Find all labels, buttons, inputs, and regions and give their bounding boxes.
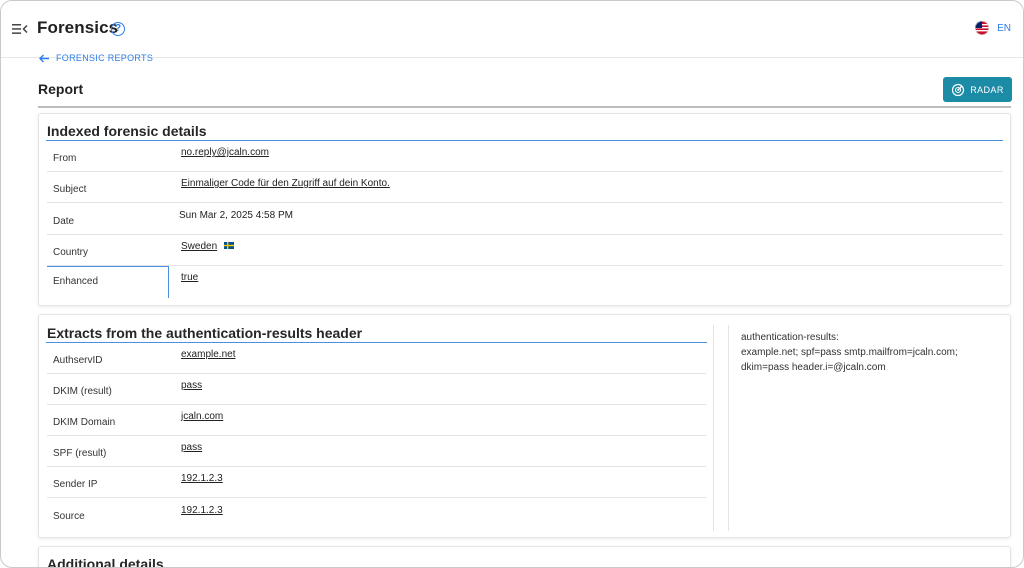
help-circle-icon[interactable]: ? [111,22,125,36]
row-label: DKIM Domain [53,417,116,428]
auth-row-authservid: AuthservID example.net [47,343,706,374]
detail-row-date: Date Sun Mar 2, 2025 4:58 PM [47,204,1003,235]
radar-icon [952,83,965,96]
radar-button-label: RADAR [970,84,1004,95]
source-link[interactable]: 192.1.2.3 [181,505,223,516]
additional-details-card: Additional details [38,546,1011,568]
row-label: AuthservID [53,355,103,366]
language-selector[interactable]: EN [975,21,1011,35]
from-link[interactable]: no.reply@jcaln.com [181,147,269,158]
top-bar: Forensics ? EN [1,1,1023,58]
spf-result-link[interactable]: pass [181,442,202,453]
app-window: Forensics ? EN FORENSIC REPORTS Report R… [0,0,1024,568]
title-divider [38,106,1011,108]
row-label: Source [53,511,85,522]
country-value: Sweden [181,241,234,252]
back-to-forensic-reports-link[interactable]: FORENSIC REPORTS [39,53,153,63]
column-divider [713,325,714,531]
auth-results-heading: Extracts from the authentication-results… [47,325,363,341]
row-label: Date [53,216,75,227]
raw-auth-line: authentication-results: [741,332,839,343]
detail-row-subject: Subject Einmaliger Code für den Zugriff … [47,172,1003,203]
dkim-result-link[interactable]: pass [181,380,202,391]
app-title: Forensics [37,18,119,37]
auth-row-spf-result: SPF (result) pass [47,436,706,467]
detail-row-country: Country Sweden [47,235,1003,266]
enhanced-link[interactable]: true [181,272,198,283]
detail-row-from: From no.reply@jcaln.com [47,141,1003,172]
auth-results-card: Extracts from the authentication-results… [38,314,1011,538]
auth-row-source: Source 192.1.2.3 [47,499,706,530]
sweden-flag-icon [223,242,234,249]
row-label: Subject [53,184,87,195]
detail-row-enhanced: Enhanced true [47,266,1003,299]
radar-button[interactable]: RADAR [943,77,1012,102]
row-label: SPF (result) [53,448,107,459]
additional-details-heading: Additional details [47,556,164,568]
auth-row-sender-ip: Sender IP 192.1.2.3 [47,467,706,498]
row-label: Enhanced [53,276,99,287]
raw-auth-line: example.net; spf=pass smtp.mailfrom=jcal… [741,347,958,358]
subject-link[interactable]: Einmaliger Code für den Zugriff auf dein… [181,178,390,189]
menu-collapse-icon[interactable] [12,22,28,36]
dkim-domain-link[interactable]: jcaln.com [181,411,223,422]
column-divider [728,325,729,531]
us-uk-flag-icon [975,21,990,35]
country-link[interactable]: Sweden [181,241,217,252]
raw-auth-line: dkim=pass header.i=@jcaln.com [741,362,886,373]
row-label: Sender IP [53,479,98,490]
back-link-label: FORENSIC REPORTS [56,53,154,63]
arrow-left-icon [39,54,49,62]
indexed-details-card: Indexed forensic details From no.reply@j… [38,113,1011,306]
raw-auth-header: authentication-results: example.net; spf… [741,330,958,375]
date-value: Sun Mar 2, 2025 4:58 PM [179,210,293,221]
row-label: DKIM (result) [53,386,112,397]
language-label: EN [997,22,1011,34]
row-label: From [53,153,77,164]
sender-ip-link[interactable]: 192.1.2.3 [181,473,223,484]
authservid-link[interactable]: example.net [181,349,235,360]
auth-row-dkim-domain: DKIM Domain jcaln.com [47,405,706,436]
row-label: Country [53,247,89,258]
auth-row-dkim-result: DKIM (result) pass [47,374,706,405]
page-title: Report [38,81,84,97]
indexed-details-heading: Indexed forensic details [47,123,207,139]
